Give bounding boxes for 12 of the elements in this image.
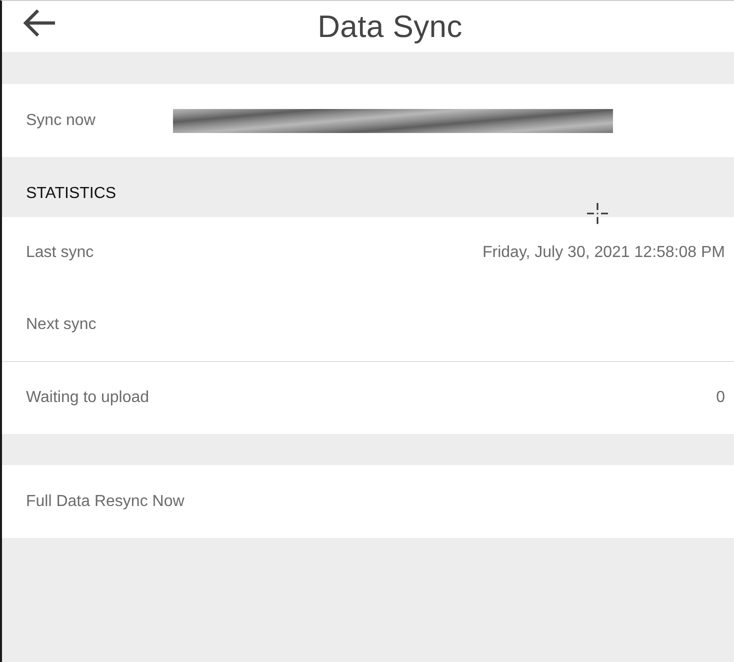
- back-arrow-icon: [22, 8, 56, 38]
- stat-label: Next sync: [26, 316, 96, 334]
- stat-label: Last sync: [26, 244, 94, 262]
- screen-title: Data Sync: [318, 8, 462, 44]
- crosshair-cursor-icon: [587, 203, 608, 224]
- back-button[interactable]: [22, 8, 56, 38]
- section-heading: STATISTICS: [26, 185, 116, 203]
- stat-value: 0: [716, 389, 725, 407]
- resync-list-item[interactable]: Full Data Resync Now: [2, 465, 734, 538]
- stat-label: Waiting to upload: [26, 389, 150, 407]
- stat-value: Friday, July 30, 2021 12:58:08 PM: [482, 244, 725, 262]
- sync-now-label[interactable]: Sync now: [26, 112, 173, 130]
